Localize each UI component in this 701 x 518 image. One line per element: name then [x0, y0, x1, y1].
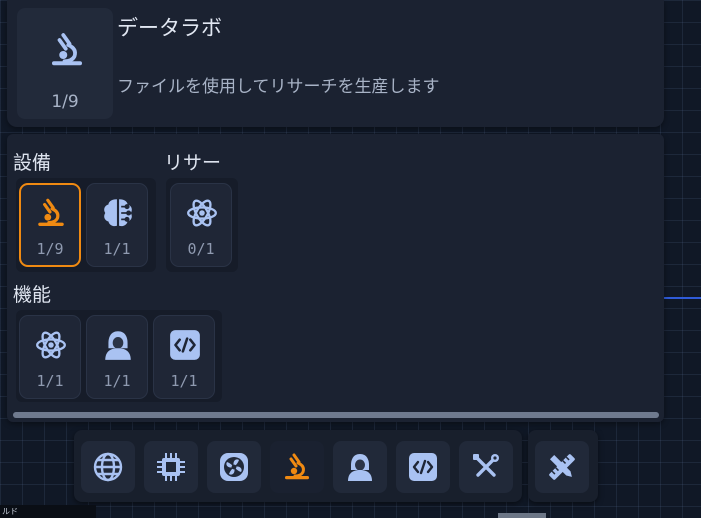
feature-slot-code[interactable]: 1/1 [153, 315, 215, 399]
toolbar-button-hooded-user[interactable] [333, 441, 387, 493]
toolbar-button-microscope[interactable] [270, 441, 324, 493]
toolbar-button-tools[interactable] [459, 441, 513, 493]
toolbar-button-ruler-pencil[interactable] [535, 441, 589, 493]
building-title: データラボ [117, 16, 222, 40]
toolbar-button-fan[interactable] [207, 441, 261, 493]
slot-count: 1/1 [36, 372, 64, 390]
canvas-guide-line [662, 297, 701, 299]
slot-count: 1/1 [103, 240, 131, 258]
code-icon [407, 451, 439, 483]
slot-count: 1/1 [170, 372, 198, 390]
slot-count: 0/1 [187, 240, 215, 258]
footer-label: ルド [0, 505, 96, 518]
brain-circuit-icon [101, 196, 135, 230]
microscope-icon [281, 451, 313, 483]
microscope-icon [47, 28, 87, 72]
footer-tick [498, 513, 546, 518]
building-detail-panel: 設備 リサー 1/9 1/1 0/1 機能 1/1 1/1 1/1 [7, 134, 664, 422]
equipment-slot-microscope[interactable]: 1/9 [19, 183, 81, 267]
hooded-user-icon [101, 328, 135, 362]
feature-slot-hooded-user[interactable]: 1/1 [86, 315, 148, 399]
code-icon [168, 328, 202, 362]
microscope-icon [34, 196, 68, 230]
fan-icon [218, 451, 250, 483]
cpu-chip-icon [155, 451, 187, 483]
hooded-user-icon [344, 451, 376, 483]
globe-icon [92, 451, 124, 483]
building-icon-tile: 1/9 [17, 8, 113, 119]
building-info-header: 1/9 データラボ ファイルを使用してリサーチを生産します [7, 0, 664, 127]
toolbar-button-cpu[interactable] [144, 441, 198, 493]
toolbar-button-globe[interactable] [81, 441, 135, 493]
building-count: 1/9 [51, 92, 79, 112]
research-slot-atom[interactable]: 0/1 [170, 183, 232, 267]
research-section-label: リサー [164, 152, 222, 174]
scrollbar-thumb[interactable] [13, 412, 659, 418]
panel-scrollbar[interactable] [13, 412, 659, 418]
building-description: ファイルを使用してリサーチを生産します [117, 77, 440, 97]
tools-icon [470, 451, 502, 483]
atom-icon [34, 328, 68, 362]
equipment-slot-brain[interactable]: 1/1 [86, 183, 148, 267]
ruler-pencil-icon [546, 451, 578, 483]
atom-icon [185, 196, 219, 230]
slot-count: 1/1 [103, 372, 131, 390]
feature-slot-atom[interactable]: 1/1 [19, 315, 81, 399]
toolbar-button-code[interactable] [396, 441, 450, 493]
features-section-label: 機能 [13, 284, 52, 306]
slot-count: 1/9 [36, 240, 64, 258]
equipment-section-label: 設備 [13, 152, 52, 174]
